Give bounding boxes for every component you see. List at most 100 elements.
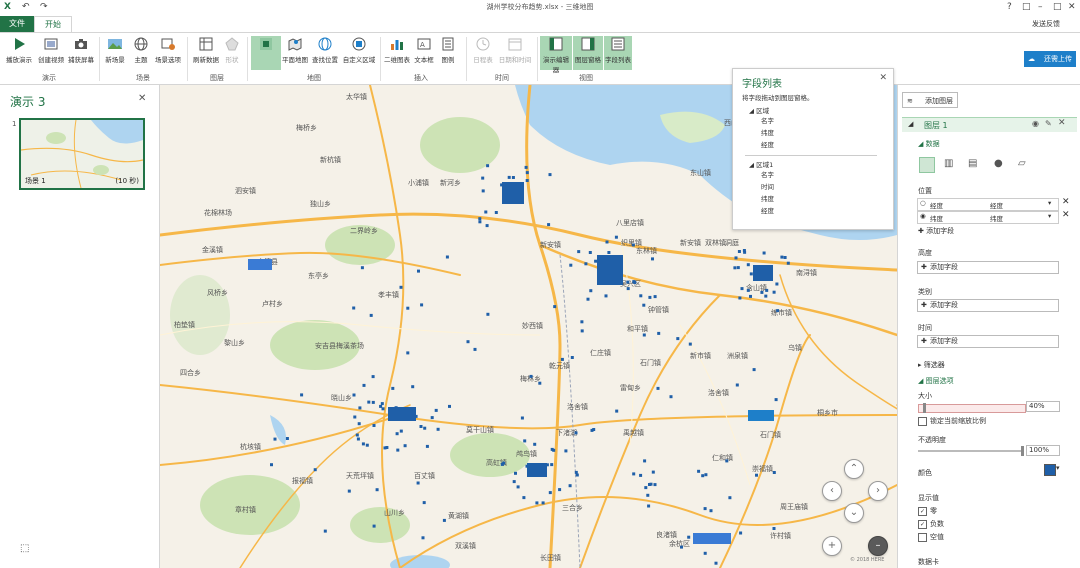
map-data-point[interactable] — [688, 342, 692, 346]
map-data-point[interactable] — [411, 385, 415, 389]
map-data-point[interactable] — [416, 481, 420, 485]
map-data-point[interactable] — [403, 444, 407, 448]
show-null-checkbox[interactable] — [918, 533, 927, 542]
map-data-point[interactable] — [604, 294, 608, 298]
map-data-point[interactable] — [481, 189, 485, 193]
map-data-point[interactable] — [423, 426, 427, 430]
map-data-point[interactable] — [642, 333, 646, 337]
map-data-point[interactable] — [535, 501, 539, 505]
opacity-input[interactable]: 100% — [1026, 445, 1060, 456]
add-field-time[interactable]: ✚ 添加字段 — [917, 335, 1059, 348]
date-time-button[interactable]: 日期和时间 — [496, 36, 534, 70]
map-data-point[interactable] — [656, 386, 660, 390]
map-data-point[interactable] — [360, 266, 364, 270]
maximize-icon[interactable]: □ — [1053, 1, 1062, 13]
map-data-point[interactable] — [381, 407, 385, 411]
map-data-point[interactable] — [568, 484, 572, 488]
map-data-point[interactable] — [575, 473, 579, 477]
map-data-point[interactable] — [577, 250, 581, 254]
location-row-latitude[interactable]: ◉ 纬度 纬度 ▾ — [917, 211, 1059, 224]
field-item[interactable]: 名字 — [761, 169, 774, 179]
map-data-point[interactable] — [580, 329, 584, 333]
map-data-point[interactable] — [760, 290, 764, 294]
map-data-point[interactable] — [511, 176, 515, 179]
map-data-point[interactable] — [525, 179, 529, 182]
add-layer-button[interactable]: ≋ 添加图层 — [902, 92, 958, 108]
map-data-point[interactable] — [728, 496, 732, 500]
map-data-point[interactable] — [725, 459, 729, 463]
map-data-point[interactable] — [485, 224, 489, 228]
filters-header[interactable]: ▸ 筛选器 — [918, 360, 945, 370]
data-section-header[interactable]: ◢ 数据 — [918, 139, 940, 149]
map-data-point[interactable] — [592, 428, 596, 431]
map-data-point[interactable] — [352, 306, 356, 310]
map-data-point[interactable] — [520, 416, 524, 420]
eye-icon[interactable]: ◉ — [1032, 119, 1039, 128]
create-video-button[interactable]: 创建视频 — [36, 36, 66, 70]
map-data-point[interactable] — [486, 312, 490, 316]
map-data-point[interactable] — [383, 446, 387, 450]
map-data-point[interactable] — [406, 306, 410, 310]
field-item[interactable]: 经度 — [761, 139, 774, 149]
map-data-point[interactable] — [651, 470, 655, 474]
bubble-chart-icon[interactable]: ▤ — [968, 158, 977, 169]
layer-pane-button[interactable]: 图层窗格 — [573, 36, 603, 70]
map-data-point[interactable] — [533, 442, 537, 446]
map-data-point[interactable] — [762, 251, 766, 255]
delete-layer-icon[interactable]: ✕ — [1058, 118, 1066, 128]
field-item[interactable]: 时间 — [761, 181, 774, 191]
map-data-point[interactable] — [584, 262, 588, 266]
tilt-down-icon[interactable]: ⌄ — [844, 503, 864, 523]
map-data-point[interactable] — [523, 439, 527, 443]
map-data-point[interactable] — [780, 255, 784, 259]
map-data-point[interactable] — [735, 383, 739, 387]
upload-button[interactable]: ☁ 还需上传 — [1024, 51, 1076, 67]
map-data-point[interactable] — [632, 472, 636, 476]
rotate-left-icon[interactable]: ‹ — [822, 481, 842, 501]
map-data-point[interactable] — [570, 356, 574, 359]
field-list-button[interactable]: 字段列表 — [604, 36, 632, 70]
add-field-category[interactable]: ✚ 添加字段 — [917, 299, 1059, 312]
map-data-point[interactable] — [703, 551, 707, 555]
map-data-point[interactable] — [448, 404, 451, 408]
map-data-point[interactable] — [273, 437, 277, 441]
map-data-point[interactable] — [486, 164, 490, 168]
tilt-up-icon[interactable]: ⌃ — [844, 459, 864, 479]
map-data-point[interactable] — [714, 561, 718, 565]
map-data-point[interactable] — [740, 287, 744, 291]
add-field-location[interactable]: ✚ 添加字段 — [918, 226, 954, 236]
map-data-point[interactable] — [648, 295, 652, 299]
map-data-point[interactable] — [764, 294, 768, 298]
map-data-point[interactable] — [300, 393, 304, 397]
map-data-point[interactable] — [375, 488, 379, 492]
map-data-point[interactable] — [365, 443, 369, 447]
map-data-point[interactable] — [734, 256, 738, 260]
timeline-button[interactable]: 日程表 — [470, 36, 496, 70]
map-data-point[interactable] — [548, 491, 552, 495]
map-data-point[interactable] — [445, 255, 449, 259]
map-data-point[interactable] — [737, 250, 741, 253]
map-data-point[interactable] — [352, 393, 356, 397]
map-data-point[interactable] — [632, 280, 636, 284]
map-data-point[interactable] — [417, 269, 420, 273]
new-scene-button[interactable]: 新场景 — [102, 36, 128, 70]
map-data-point[interactable] — [525, 171, 529, 175]
map-data-point[interactable] — [614, 235, 618, 239]
field-item[interactable]: 名字 — [761, 115, 774, 125]
refresh-data-button[interactable]: 刷新数据 — [191, 36, 221, 70]
layer-options-header[interactable]: ◢ 图层选项 — [918, 376, 954, 386]
themes-button[interactable]: 主题 — [129, 36, 153, 70]
map-data-point[interactable] — [369, 313, 373, 317]
play-tour-button[interactable]: 播放演示 — [2, 36, 36, 70]
field-item[interactable]: 经度 — [761, 205, 774, 215]
map-data-point[interactable] — [701, 474, 705, 478]
map-data-point[interactable] — [589, 289, 593, 293]
region-icon[interactable]: ▱ — [1018, 158, 1026, 169]
remove-field-icon[interactable]: ✕ — [1062, 197, 1070, 207]
tour-editor-button[interactable]: 演示编辑器 — [540, 36, 572, 74]
map-data-point[interactable] — [607, 251, 611, 254]
map-data-point[interactable] — [550, 463, 554, 467]
close-icon[interactable]: ✕ — [1068, 1, 1076, 13]
field-item[interactable]: 纬度 — [761, 127, 774, 137]
tab-home[interactable]: 开始 — [34, 16, 72, 32]
